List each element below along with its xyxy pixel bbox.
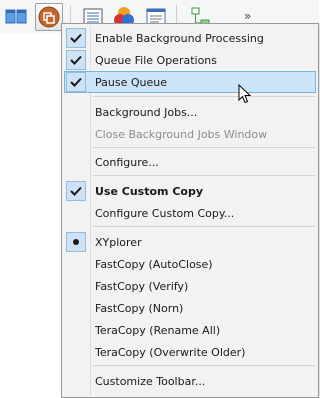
- menu-item-label: Close Background Jobs Window: [95, 128, 268, 141]
- menu-item-fastcopy-verify[interactable]: FastCopy (Verify): [64, 275, 316, 297]
- check-icon: [66, 72, 86, 92]
- menu-item-label: TeraCopy (Overwrite Older): [95, 346, 246, 359]
- check-icon: [66, 181, 86, 201]
- menu-item-background-jobs[interactable]: Background Jobs...: [64, 101, 316, 123]
- menu-separator: [93, 365, 315, 366]
- menu-item-close-background-jobs-window: Close Background Jobs Window: [64, 123, 316, 145]
- menu-item-label: Enable Background Processing: [95, 32, 264, 45]
- mouse-cursor-icon: [238, 84, 252, 104]
- menu-item-label: FastCopy (AutoClose): [95, 258, 213, 271]
- menu-separator: [93, 226, 315, 227]
- menu-item-queue-file-operations[interactable]: Queue File Operations: [64, 49, 316, 71]
- menu-item-label: FastCopy (Verify): [95, 280, 189, 293]
- dual-pane-button[interactable]: [2, 3, 30, 31]
- radio-dot-icon: [66, 232, 86, 252]
- menu-item-pause-queue[interactable]: Pause Queue: [64, 71, 316, 93]
- menu-item-fastcopy-norn[interactable]: FastCopy (Norn): [64, 297, 316, 319]
- menu-item-label: Queue File Operations: [95, 54, 218, 67]
- menu-item-label: Configure...: [95, 156, 159, 169]
- menu-separator: [93, 175, 315, 176]
- menu-item-enable-background-processing[interactable]: Enable Background Processing: [64, 27, 316, 49]
- menu-item-label: TeraCopy (Rename All): [95, 324, 221, 337]
- menu-item-label: Use Custom Copy: [95, 185, 204, 198]
- copy-queue-menu: Enable Background Processing Queue File …: [61, 23, 319, 398]
- menu-item-fastcopy-autoclose[interactable]: FastCopy (AutoClose): [64, 253, 316, 275]
- menu-item-label: Customize Toolbar...: [95, 375, 206, 388]
- menu-separator: [93, 96, 315, 97]
- menu-item-configure[interactable]: Configure...: [64, 151, 316, 173]
- copy-queue-icon: [38, 6, 60, 28]
- menu-item-xyplorer[interactable]: XYplorer: [64, 231, 316, 253]
- dual-pane-icon: [5, 9, 27, 24]
- check-icon: [66, 28, 86, 48]
- menu-item-label: FastCopy (Norn): [95, 302, 184, 315]
- copy-queue-button[interactable]: [35, 3, 63, 31]
- menu-item-use-custom-copy[interactable]: Use Custom Copy: [64, 180, 316, 202]
- menu-item-label: Configure Custom Copy...: [95, 207, 235, 220]
- menu-item-label: Pause Queue: [95, 76, 167, 89]
- menu-item-teracopy-rename-all[interactable]: TeraCopy (Rename All): [64, 319, 316, 341]
- check-icon: [66, 50, 86, 70]
- menu-item-customize-toolbar[interactable]: Customize Toolbar...: [64, 370, 316, 392]
- menu-item-label: Background Jobs...: [95, 106, 198, 119]
- menu-separator: [93, 147, 315, 148]
- menu-item-label: XYplorer: [95, 236, 142, 249]
- toolbar-overflow-button[interactable]: »: [244, 9, 251, 23]
- menu-item-configure-custom-copy[interactable]: Configure Custom Copy...: [64, 202, 316, 224]
- menu-item-teracopy-overwrite-older[interactable]: TeraCopy (Overwrite Older): [64, 341, 316, 363]
